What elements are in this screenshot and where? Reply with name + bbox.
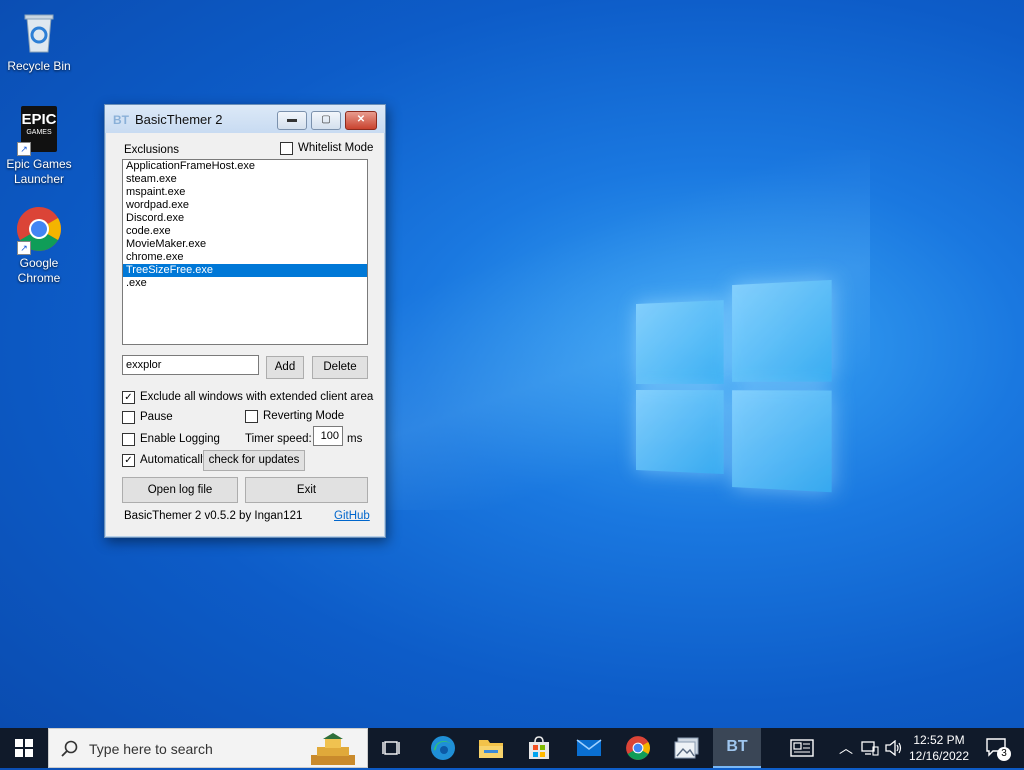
chevron-up-icon: ︿ <box>839 740 853 756</box>
network-button[interactable] <box>858 728 882 768</box>
whitelist-checkbox[interactable] <box>280 142 293 155</box>
list-item[interactable]: .exe <box>123 277 367 290</box>
taskbar-app-photos[interactable] <box>664 728 710 768</box>
notification-icon: 3 <box>985 737 1011 761</box>
version-text: BasicThemer 2 v0.5.2 by Ingan121 <box>124 510 303 522</box>
maximize-button[interactable]: ▢ <box>311 111 341 130</box>
list-item[interactable]: chrome.exe <box>123 251 367 264</box>
list-item[interactable]: Discord.exe <box>123 212 367 225</box>
title-bar[interactable]: BT BasicThemer 2 ▬ ▢ ✕ <box>105 105 385 133</box>
minimize-icon: ▬ <box>287 114 297 125</box>
add-button[interactable]: Add <box>266 356 304 379</box>
github-link[interactable]: GitHub <box>334 510 370 522</box>
image-viewer-icon <box>674 737 699 759</box>
taskbar-basicthemer[interactable]: BT <box>713 728 761 768</box>
auto-label: Automatically <box>140 454 209 466</box>
desktop-icon-google-chrome[interactable]: ↗ Google Chrome <box>1 205 77 286</box>
network-icon <box>861 741 879 756</box>
whitelist-label: Whitelist Mode <box>298 142 374 154</box>
start-button[interactable] <box>0 728 48 768</box>
auto-update-checkbox[interactable]: ✓ <box>122 454 135 467</box>
epic-logo-subtext: GAMES <box>26 129 52 136</box>
app-icon: BT <box>113 113 129 127</box>
list-item[interactable]: steam.exe <box>123 173 367 186</box>
basicthemer-taskbar-icon: BT <box>726 738 748 755</box>
clock[interactable]: 12:52 PM 12/16/2022 <box>906 728 972 768</box>
timer-input[interactable]: 100 <box>313 426 343 446</box>
desktop-icon-label: Epic Games Launcher <box>6 157 72 186</box>
notification-center-button[interactable]: 3 <box>976 728 1016 768</box>
list-item[interactable]: ApplicationFrameHost.exe <box>123 160 367 173</box>
check-updates-button[interactable]: check for updates <box>203 450 305 471</box>
close-button[interactable]: ✕ <box>345 111 377 130</box>
list-item[interactable]: wordpad.exe <box>123 199 367 212</box>
close-icon: ✕ <box>356 114 366 125</box>
logging-label: Enable Logging <box>140 433 220 445</box>
list-item[interactable]: MovieMaker.exe <box>123 238 367 251</box>
mail-icon <box>576 739 602 756</box>
minimize-button[interactable]: ▬ <box>277 111 307 130</box>
news-widget-button[interactable] <box>782 728 822 768</box>
volume-icon <box>885 740 902 756</box>
taskbar-chrome[interactable] <box>615 728 661 768</box>
search-box[interactable]: Type here to search <box>48 728 368 768</box>
list-item[interactable]: code.exe <box>123 225 367 238</box>
windows-start-icon <box>15 739 33 757</box>
show-hidden-icons-button[interactable]: ︿ <box>836 728 856 768</box>
clock-time: 12:52 PM <box>913 733 965 747</box>
search-icon <box>61 740 78 757</box>
exclude-extended-checkbox[interactable]: ✓ <box>122 391 135 404</box>
exclusion-input[interactable]: exxplor <box>122 355 259 375</box>
task-view-icon <box>382 741 400 755</box>
exclude-extended-label: Exclude all windows with extended client… <box>140 391 374 403</box>
desktop-icon-epic-games[interactable]: EPIC GAMES ↗ Epic Games Launcher <box>1 106 77 187</box>
notification-count-badge: 3 <box>997 747 1011 761</box>
list-item[interactable]: mspaint.exe <box>123 186 367 199</box>
pause-label: Pause <box>140 411 173 423</box>
taskbar: Type here to search BT ︿ 12:52 PM 12/16/… <box>0 728 1024 768</box>
news-icon <box>790 739 814 757</box>
reverting-label: Reverting Mode <box>263 410 345 422</box>
window-title: BasicThemer 2 <box>135 112 223 127</box>
maximize-icon: ▢ <box>321 114 331 125</box>
timer-unit: ms <box>347 433 363 445</box>
delete-button[interactable]: Delete <box>312 356 368 379</box>
shortcut-arrow-icon: ↗ <box>17 241 31 255</box>
exclusions-label: Exclusions <box>124 144 179 156</box>
logging-checkbox[interactable] <box>122 433 135 446</box>
clock-date: 12/16/2022 <box>908 749 970 763</box>
basicthemer-window: BT BasicThemer 2 ▬ ▢ ✕ Exclusions Whitel… <box>104 104 386 538</box>
chrome-icon: ↗ <box>15 205 63 255</box>
epic-games-icon: EPIC GAMES ↗ <box>15 106 63 156</box>
search-placeholder: Type here to search <box>89 741 213 757</box>
volume-button[interactable] <box>882 728 906 768</box>
taskbar-mail[interactable] <box>566 728 612 768</box>
taskbar-file-explorer[interactable] <box>468 728 514 768</box>
desktop-icon-label: Recycle Bin <box>7 59 71 73</box>
exit-button[interactable]: Exit <box>245 477 368 503</box>
windows-logo-wallpaper <box>636 279 832 493</box>
store-icon <box>529 736 549 759</box>
epic-logo-text: EPIC <box>21 111 57 128</box>
recycle-bin-icon <box>15 8 63 56</box>
timer-label: Timer speed: <box>245 433 312 445</box>
pause-checkbox[interactable] <box>122 411 135 424</box>
reverting-checkbox[interactable] <box>245 410 258 423</box>
folder-icon <box>479 740 503 758</box>
task-view-button[interactable] <box>370 728 414 768</box>
edge-icon <box>431 736 455 760</box>
taskbar-edge[interactable] <box>420 728 466 768</box>
desktop-icon-label: Google Chrome <box>17 256 61 285</box>
search-highlight-image <box>307 733 359 765</box>
taskbar-store[interactable] <box>516 728 562 768</box>
list-item[interactable]: TreeSizeFree.exe <box>123 264 367 277</box>
open-log-button[interactable]: Open log file <box>122 477 238 503</box>
desktop-icon-recycle-bin[interactable]: Recycle Bin <box>1 8 77 74</box>
exclusions-listbox[interactable]: ApplicationFrameHost.exe steam.exe mspaint… <box>122 159 368 345</box>
chrome-icon <box>626 736 650 760</box>
shortcut-arrow-icon: ↗ <box>17 142 31 156</box>
